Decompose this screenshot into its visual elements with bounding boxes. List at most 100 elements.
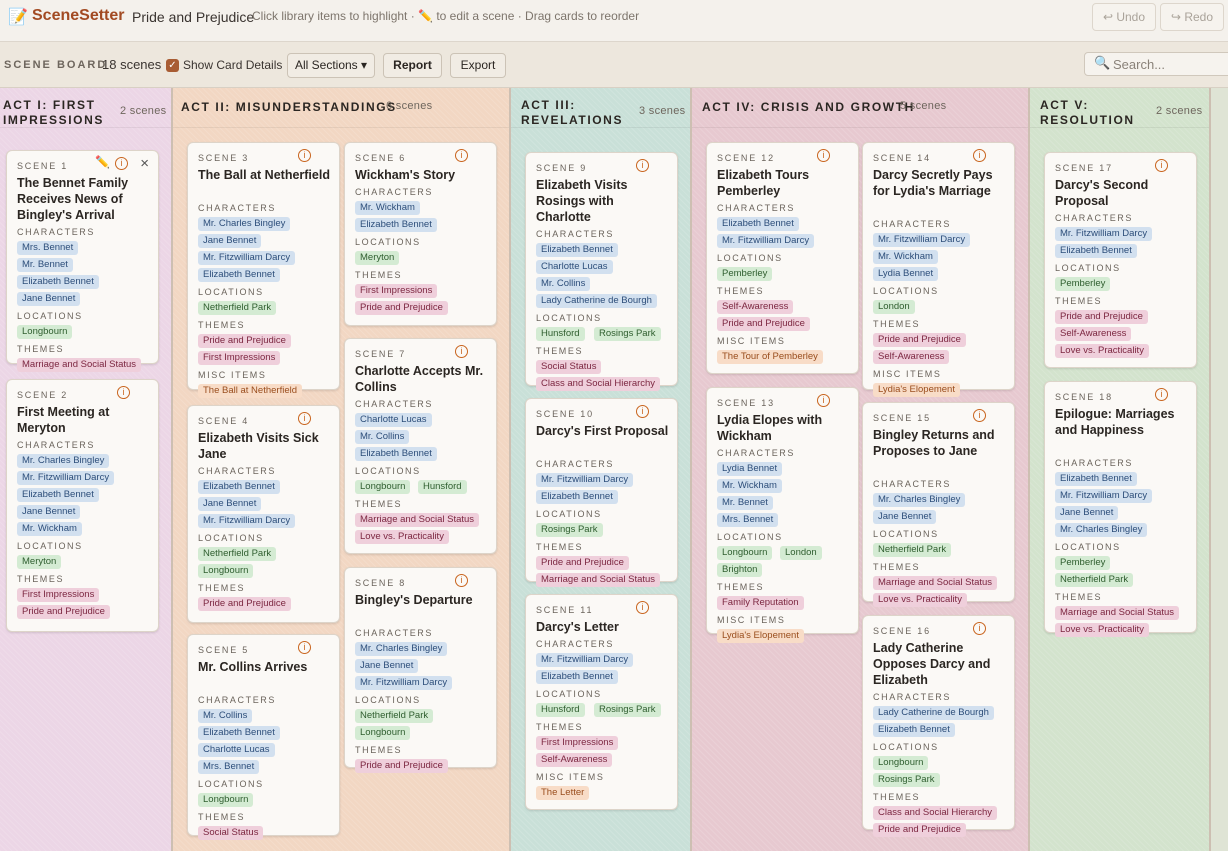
location-tag[interactable]: Rosings Park bbox=[536, 523, 603, 537]
character-tag[interactable]: Mr. Charles Bingley bbox=[873, 493, 966, 507]
location-tag[interactable]: Pemberley bbox=[717, 267, 773, 281]
info-icon[interactable]: i bbox=[298, 412, 311, 425]
character-tag[interactable]: Elizabeth Bennet bbox=[536, 243, 618, 257]
info-icon[interactable]: i bbox=[973, 622, 986, 635]
misc-tag[interactable]: The Letter bbox=[536, 786, 590, 800]
character-tag[interactable]: Elizabeth Bennet bbox=[536, 670, 618, 684]
info-icon[interactable]: i bbox=[973, 149, 986, 162]
character-tag[interactable]: Charlotte Lucas bbox=[198, 743, 275, 757]
character-tag[interactable]: Mr. Fitzwilliam Darcy bbox=[536, 653, 634, 667]
theme-tag[interactable]: Pride and Prejudice bbox=[873, 823, 966, 837]
location-tag[interactable]: Brighton bbox=[717, 563, 763, 577]
show-details-label[interactable]: Show Card Details bbox=[183, 58, 282, 72]
character-tag[interactable]: Lady Catherine de Bourgh bbox=[536, 294, 657, 308]
scene-card[interactable]: SCENE 8 i Bingley's Departure CHARACTERS Mr.… bbox=[344, 567, 497, 773]
theme-tag[interactable]: First Impressions bbox=[198, 351, 281, 365]
location-tag[interactable]: Meryton bbox=[17, 555, 62, 569]
scene-card[interactable]: SCENE 2 i First Meeting at Meryton CHARACTE… bbox=[6, 379, 159, 632]
location-tag[interactable]: Hunsford bbox=[418, 480, 467, 494]
theme-tag[interactable]: Pride and Prejudice bbox=[198, 334, 291, 348]
scene-card[interactable]: SCENE 3 i The Ball at Netherfield CHARACTER… bbox=[187, 142, 340, 398]
character-tag[interactable]: Mr. Collins bbox=[198, 709, 253, 723]
theme-tag[interactable]: Pride and Prejudice bbox=[17, 605, 110, 619]
theme-tag[interactable]: Marriage and Social Status bbox=[17, 358, 142, 372]
location-tag[interactable]: Pemberley bbox=[1055, 556, 1111, 570]
character-tag[interactable]: Mr. Charles Bingley bbox=[198, 217, 291, 231]
scene-card[interactable]: SCENE 12 i Elizabeth Tours Pemberley CHARAC… bbox=[706, 142, 859, 374]
scene-card[interactable]: SCENE 4 i Elizabeth Visits Sick Jane CHARAC… bbox=[187, 405, 340, 623]
location-tag[interactable]: London bbox=[873, 300, 915, 314]
character-tag[interactable]: Mr. Fitzwilliam Darcy bbox=[198, 514, 296, 528]
character-tag[interactable]: Elizabeth Bennet bbox=[17, 488, 99, 502]
theme-tag[interactable]: Pride and Prejudice bbox=[717, 317, 810, 331]
location-tag[interactable]: Longbourn bbox=[717, 546, 773, 560]
location-tag[interactable]: Hunsford bbox=[536, 703, 585, 717]
search-input[interactable] bbox=[1113, 55, 1228, 73]
character-tag[interactable]: Elizabeth Bennet bbox=[198, 268, 280, 282]
character-tag[interactable]: Mr. Fitzwilliam Darcy bbox=[717, 234, 815, 248]
info-icon[interactable]: i bbox=[298, 149, 311, 162]
location-tag[interactable]: London bbox=[780, 546, 822, 560]
scene-card[interactable]: SCENE 7 i Charlotte Accepts Mr. Collins CHA… bbox=[344, 338, 497, 554]
scene-card[interactable]: SCENE 15 i Bingley Returns and Proposes to… bbox=[862, 402, 1015, 607]
info-icon[interactable]: i bbox=[636, 601, 649, 614]
edit-icon[interactable]: ✏️ bbox=[95, 155, 110, 169]
scene-card[interactable]: SCENE 14 i Darcy Secretly Pays for Lydia's… bbox=[862, 142, 1015, 397]
info-icon[interactable]: i bbox=[455, 574, 468, 587]
scene-card[interactable]: SCENE 16 i Lady Catherine Opposes Darcy an… bbox=[862, 615, 1015, 837]
location-tag[interactable]: Netherfield Park bbox=[873, 543, 952, 557]
search-box[interactable]: 🔍 bbox=[1084, 52, 1228, 76]
scene-card[interactable]: SCENE 13 i Lydia Elopes with Wickham CHARAC… bbox=[706, 387, 859, 643]
theme-tag[interactable]: Marriage and Social Status bbox=[873, 576, 998, 590]
character-tag[interactable]: Mr. Collins bbox=[355, 430, 410, 444]
misc-tag[interactable]: Lydia's Elopement bbox=[717, 629, 804, 643]
character-tag[interactable]: Mr. Fitzwilliam Darcy bbox=[17, 471, 115, 485]
character-tag[interactable]: Jane Bennet bbox=[198, 497, 262, 511]
info-icon[interactable]: i bbox=[298, 641, 311, 654]
character-tag[interactable]: Charlotte Lucas bbox=[536, 260, 613, 274]
scene-card[interactable]: SCENE 5 i Mr. Collins Arrives CHARACTERS Mr.… bbox=[187, 634, 340, 840]
scene-card[interactable]: SCENE 17 i Darcy's Second Proposal CHARACTE… bbox=[1044, 152, 1197, 368]
theme-tag[interactable]: Class and Social Hierarchy bbox=[873, 806, 998, 820]
theme-tag[interactable]: Love vs. Practicality bbox=[1055, 344, 1149, 358]
character-tag[interactable]: Charlotte Lucas bbox=[355, 413, 432, 427]
location-tag[interactable]: Netherfield Park bbox=[198, 547, 277, 561]
character-tag[interactable]: Mr. Fitzwilliam Darcy bbox=[536, 473, 634, 487]
character-tag[interactable]: Jane Bennet bbox=[355, 659, 419, 673]
location-tag[interactable]: Longbourn bbox=[198, 564, 254, 578]
misc-tag[interactable]: The Tour of Pemberley bbox=[717, 350, 823, 364]
character-tag[interactable]: Lady Catherine de Bourgh bbox=[873, 706, 994, 720]
location-tag[interactable]: Longbourn bbox=[355, 480, 411, 494]
character-tag[interactable]: Elizabeth Bennet bbox=[17, 275, 99, 289]
scene-card[interactable]: SCENE 9 i Elizabeth Visits Rosings with Ch… bbox=[525, 152, 678, 391]
character-tag[interactable]: Elizabeth Bennet bbox=[355, 447, 437, 461]
location-tag[interactable]: Rosings Park bbox=[873, 773, 940, 787]
theme-tag[interactable]: Love vs. Practicality bbox=[873, 593, 967, 607]
show-details-checkbox[interactable]: ✓ bbox=[166, 59, 179, 72]
misc-tag[interactable]: Lydia's Elopement bbox=[873, 383, 960, 397]
location-tag[interactable]: Rosings Park bbox=[594, 327, 661, 341]
theme-tag[interactable]: Self-Awareness bbox=[873, 350, 950, 364]
info-icon[interactable]: i bbox=[115, 157, 128, 170]
theme-tag[interactable]: First Impressions bbox=[536, 736, 619, 750]
character-tag[interactable]: Mr. Fitzwilliam Darcy bbox=[1055, 489, 1153, 503]
character-tag[interactable]: Mr. Bennet bbox=[717, 496, 773, 510]
character-tag[interactable]: Jane Bennet bbox=[1055, 506, 1119, 520]
theme-tag[interactable]: Self-Awareness bbox=[1055, 327, 1132, 341]
location-tag[interactable]: Hunsford bbox=[536, 327, 585, 341]
character-tag[interactable]: Jane Bennet bbox=[17, 292, 81, 306]
scene-card[interactable]: SCENE 6 i Wickham's Story CHARACTERS Mr. Wic… bbox=[344, 142, 497, 326]
character-tag[interactable]: Jane Bennet bbox=[17, 505, 81, 519]
location-tag[interactable]: Rosings Park bbox=[594, 703, 661, 717]
theme-tag[interactable]: Self-Awareness bbox=[717, 300, 794, 314]
theme-tag[interactable]: Marriage and Social Status bbox=[536, 573, 661, 587]
info-icon[interactable]: i bbox=[1155, 159, 1168, 172]
character-tag[interactable]: Mr. Fitzwilliam Darcy bbox=[1055, 227, 1153, 241]
theme-tag[interactable]: Family Reputation bbox=[717, 596, 804, 610]
location-tag[interactable]: Longbourn bbox=[873, 756, 929, 770]
location-tag[interactable]: Netherfield Park bbox=[355, 709, 434, 723]
close-icon[interactable]: × bbox=[140, 155, 149, 172]
theme-tag[interactable]: Marriage and Social Status bbox=[355, 513, 480, 527]
character-tag[interactable]: Mr. Wickham bbox=[873, 250, 938, 264]
character-tag[interactable]: Jane Bennet bbox=[198, 234, 262, 248]
